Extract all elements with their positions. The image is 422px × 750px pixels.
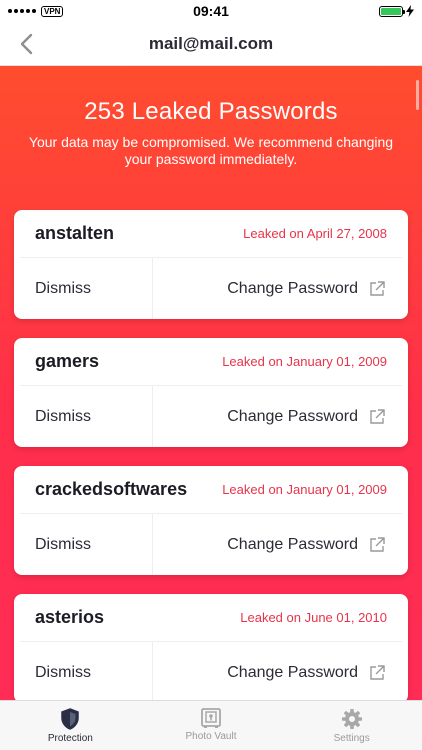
charging-icon	[406, 5, 414, 17]
change-password-button[interactable]: Change Password	[153, 386, 408, 447]
leak-card-header: anstalten Leaked on April 27, 2008	[20, 210, 402, 258]
leak-list: anstalten Leaked on April 27, 2008 Dismi…	[14, 210, 408, 700]
change-password-label: Change Password	[227, 663, 358, 681]
status-bar: VPN 09:41	[0, 0, 422, 22]
tab-bar: Protection Photo Vault Settings	[0, 700, 422, 750]
leak-site-name: crackedsoftwares	[35, 479, 188, 499]
vpn-badge: VPN	[41, 5, 64, 17]
external-link-icon	[370, 536, 385, 552]
leaks-screen: 253 Leaked Passwords Your data may be co…	[0, 66, 422, 700]
status-left: VPN	[8, 5, 64, 17]
leak-date: Leaked on June 01, 2010	[240, 610, 387, 625]
status-right	[379, 5, 414, 17]
tab-label: Settings	[333, 733, 370, 744]
change-password-button[interactable]: Change Password	[153, 258, 408, 319]
external-link-icon	[370, 664, 385, 680]
leak-site-name: gamers	[35, 351, 100, 371]
dismiss-button[interactable]: Dismiss	[14, 386, 153, 447]
change-password-button[interactable]: Change Password	[153, 642, 408, 700]
gear-icon	[341, 709, 362, 729]
tab-protection[interactable]: Protection	[0, 701, 141, 750]
leak-date: Leaked on January 01, 2009	[222, 482, 387, 497]
leak-card: anstalten Leaked on April 27, 2008 Dismi…	[14, 210, 408, 319]
change-password-label: Change Password	[227, 407, 358, 425]
back-button[interactable]	[8, 26, 44, 62]
leak-card-actions: Dismiss Change Password	[14, 642, 408, 700]
leak-site-name: anstalten	[35, 223, 115, 243]
change-password-label: Change Password	[227, 279, 358, 297]
leak-count-headline: 253 Leaked Passwords	[84, 98, 338, 125]
leak-card-actions: Dismiss Change Password	[14, 514, 408, 575]
battery-icon	[379, 5, 405, 17]
tab-label: Protection	[47, 733, 93, 744]
leak-site-name: asterios	[35, 607, 105, 627]
change-password-button[interactable]: Change Password	[153, 514, 408, 575]
dismiss-button[interactable]: Dismiss	[14, 642, 153, 700]
leak-date: Leaked on January 01, 2009	[222, 354, 387, 369]
leak-card-actions: Dismiss Change Password	[14, 258, 408, 319]
leak-card-header: gamers Leaked on January 01, 2009	[20, 338, 402, 386]
tab-label: Photo Vault	[185, 731, 237, 742]
signal-icon	[8, 9, 36, 13]
chevron-left-icon	[20, 33, 33, 55]
leak-card: asterios Leaked on June 01, 2010 Dismiss…	[14, 594, 408, 700]
tab-photo-vault[interactable]: Photo Vault	[141, 701, 282, 750]
leak-date: Leaked on April 27, 2008	[243, 226, 387, 241]
dismiss-button[interactable]: Dismiss	[14, 258, 153, 319]
vault-icon	[201, 708, 221, 728]
leak-card-header: crackedsoftwares Leaked on January 01, 2…	[20, 466, 402, 514]
leak-card-actions: Dismiss Change Password	[14, 386, 408, 447]
scrollbar[interactable]	[416, 80, 419, 110]
change-password-label: Change Password	[227, 535, 358, 553]
leak-card: gamers Leaked on January 01, 2009 Dismis…	[14, 338, 408, 447]
external-link-icon	[370, 408, 385, 424]
navigation-bar: mail@mail.com	[0, 22, 422, 66]
page-title: mail@mail.com	[148, 33, 274, 53]
warning-message: Your data may be compromised. We recomme…	[28, 134, 394, 167]
dismiss-button[interactable]: Dismiss	[14, 514, 153, 575]
leak-card-header: asterios Leaked on June 01, 2010	[20, 594, 402, 642]
tab-settings[interactable]: Settings	[281, 701, 422, 750]
leak-card: crackedsoftwares Leaked on January 01, 2…	[14, 466, 408, 575]
external-link-icon	[370, 280, 385, 296]
shield-icon	[61, 708, 80, 730]
